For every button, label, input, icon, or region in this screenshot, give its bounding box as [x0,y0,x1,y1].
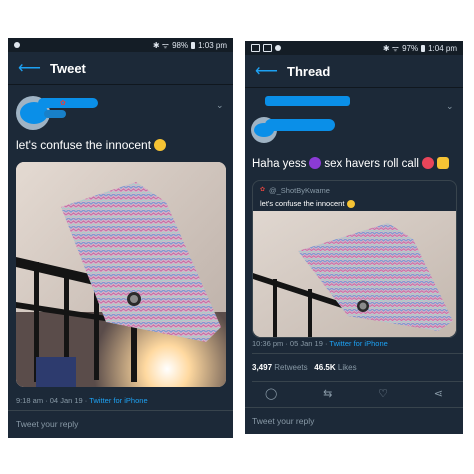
status-bar: ✱ ᯤ 98% 1:03 pm [8,38,233,52]
source-link[interactable]: Twitter for iPhone [329,339,387,348]
battery-percent: 98% [172,40,189,50]
source-link[interactable]: Twitter for iPhone [89,396,147,405]
chevron-down-icon[interactable]: ⌄ [216,100,224,111]
likes-label[interactable]: Likes [338,363,357,372]
smiling-devil-emoji-icon [309,157,322,169]
redacted-name [265,96,350,106]
battery-percent: 97% [402,43,419,53]
right-phone-screenshot: ✱ ᯤ 97% 1:04 pm ⟵ Thread ⌄ Haha yess sex … [245,41,463,434]
app-bar: ⟵ Tweet [8,52,233,85]
reply-input[interactable]: Tweet your reply [252,416,314,426]
redacted-handle [44,110,66,118]
image-notification-icon [263,44,272,52]
like-heart-icon[interactable]: ♡ [378,387,388,400]
left-phone-screenshot: ✱ ᯤ 98% 1:03 pm ⟵ Tweet ✿ ⌄ let's confus… [8,38,233,438]
divider [245,407,463,408]
retweet-icon[interactable]: ⇆ [323,387,332,400]
app-notification-icon [275,45,281,51]
pillow-photo-illustration [253,211,456,337]
tweet-text: Haha yess sex havers roll call [252,157,449,170]
back-arrow-icon[interactable]: ⟵ [18,58,41,78]
gallery-notification-icon [251,44,260,52]
small-emoji-icon: ✿ [60,100,66,107]
raised-hand-emoji-icon [436,157,449,169]
upside-down-face-emoji-icon [347,200,356,208]
chevron-down-icon[interactable]: ⌄ [446,101,454,112]
page-title: Thread [287,63,331,79]
reply-input[interactable]: Tweet your reply [16,419,78,429]
battery-icon [421,44,426,52]
battery-icon [191,41,196,49]
signal-icons: ✱ ᯤ [152,40,170,50]
tweet-photo[interactable] [16,162,226,387]
divider [8,410,233,411]
redacted-name [38,98,98,108]
clock: 1:04 pm [428,43,457,53]
quoted-tweet-photo[interactable] [253,211,456,337]
upside-down-face-emoji-icon [154,139,167,151]
tweet-text: let's confuse the innocent [16,138,167,152]
tweet-timestamp: 9:18 am · 04 Jan 19 · Twitter for iPhone [16,396,148,405]
app-bar: ⟵ Thread [245,55,463,88]
quoted-text: let's confuse the innocent [260,199,356,208]
share-icon[interactable]: ⋖ [434,387,443,400]
status-bar: ✱ ᯤ 97% 1:04 pm [245,41,463,55]
redacted-handle [265,119,335,131]
divider [252,353,463,354]
clock: 1:03 pm [198,40,227,50]
divider [252,381,463,382]
retweets-count[interactable]: 3,497 [252,363,272,372]
likes-count[interactable]: 46.5K [314,363,335,372]
pillow-photo-illustration [16,162,226,387]
signal-icons: ✱ ᯤ [382,43,400,53]
back-arrow-icon[interactable]: ⟵ [255,61,278,81]
page-title: Tweet [50,60,86,76]
retweets-label[interactable]: Retweets [274,363,307,372]
tweet-timestamp: 10:36 pm · 05 Jan 19 · Twitter for iPhon… [252,339,388,348]
quoted-handle: @_ShotByKwame [269,186,330,195]
tweet-actions: ◯ ⇆ ♡ ⋖ [265,387,443,400]
reply-icon[interactable]: ◯ [265,387,277,400]
tweet-stats: 3,497 Retweets 46.5K Likes [252,363,357,372]
quoted-tweet[interactable]: ✿ @_ShotByKwame let's confuse the innoce… [252,180,457,338]
app-notification-icon [14,42,20,48]
tongue-wink-emoji-icon [421,157,434,169]
small-emoji-icon: ✿ [260,187,266,193]
